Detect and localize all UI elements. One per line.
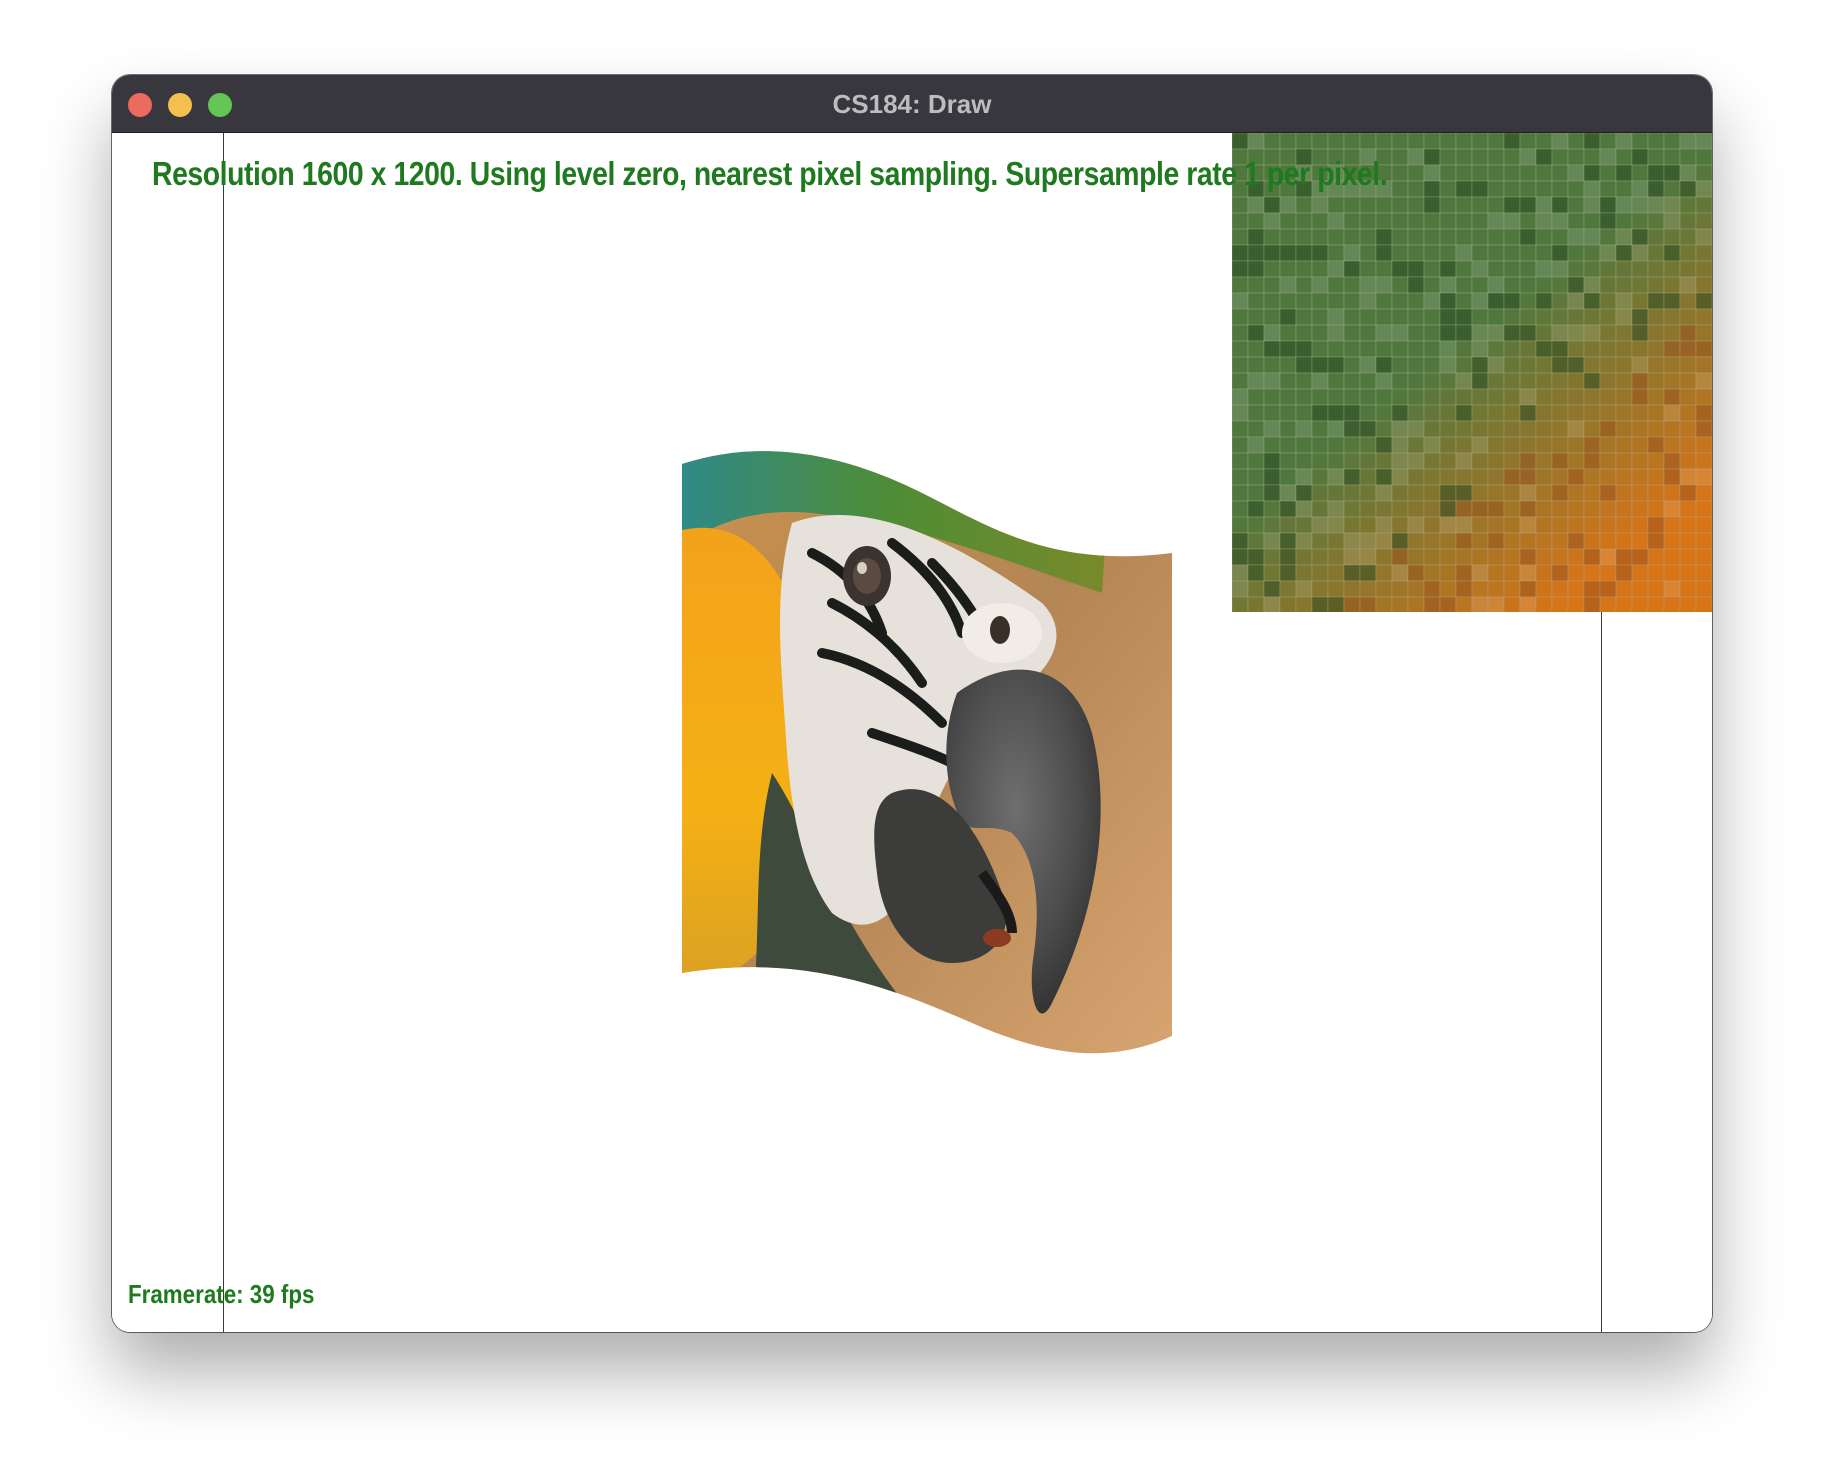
- pixel-zoom-inset: [1232, 133, 1712, 612]
- draw-canvas[interactable]: Resolution 1600 x 1200. Using level zero…: [112, 133, 1712, 1332]
- status-text: Resolution 1600 x 1200. Using level zero…: [152, 155, 1388, 192]
- title-bar[interactable]: CS184: Draw: [112, 75, 1712, 133]
- framerate-text: Framerate: 39 fps: [128, 1279, 315, 1309]
- app-window: CS184: Draw Resolution 1600 x 1200. Usin…: [112, 75, 1712, 1332]
- window-title: CS184: Draw: [832, 89, 992, 119]
